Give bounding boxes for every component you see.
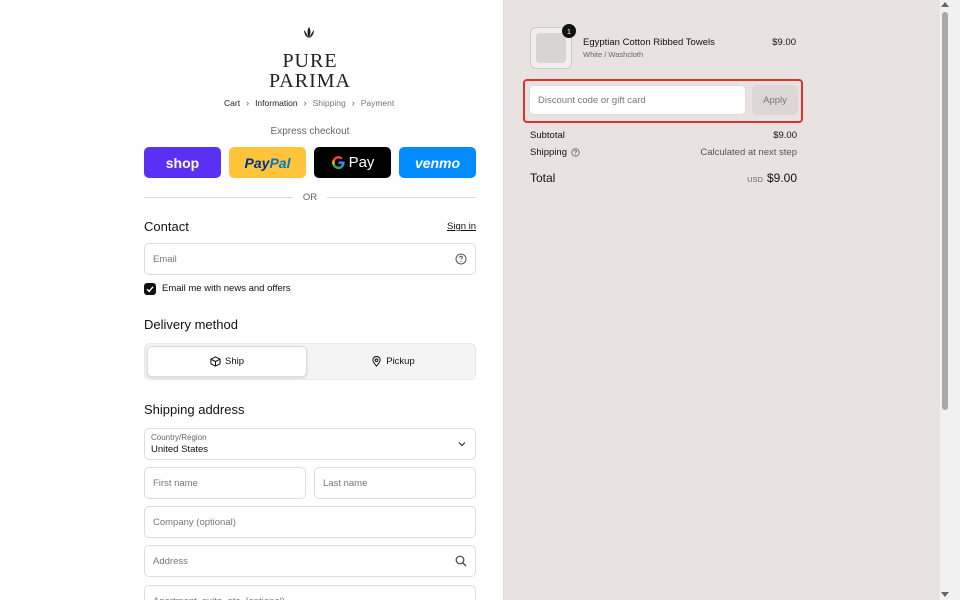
email-input[interactable] <box>145 244 475 274</box>
scrollbar-thumb[interactable] <box>942 12 948 410</box>
chevron-right-icon: › <box>351 98 355 108</box>
newsletter-checkbox[interactable] <box>144 283 156 295</box>
location-pin-icon <box>372 356 381 367</box>
total-value: $9.00 <box>766 171 797 185</box>
help-circle-icon[interactable] <box>571 148 580 157</box>
scroll-down-arrow-icon[interactable] <box>941 592 949 597</box>
breadcrumb-information: Information <box>255 98 298 108</box>
apartment-field[interactable] <box>144 585 476 600</box>
shipping-label: Shipping <box>530 147 567 158</box>
venmo-button[interactable]: venmo <box>399 147 476 178</box>
last-name-input[interactable] <box>315 468 475 498</box>
discount-code-field[interactable] <box>529 85 746 115</box>
address-input[interactable] <box>145 546 475 576</box>
help-circle-icon[interactable] <box>455 253 467 265</box>
discount-code-input[interactable] <box>530 86 745 114</box>
scroll-up-arrow-icon[interactable] <box>941 2 949 7</box>
subtotal-value: $9.00 <box>773 130 797 141</box>
country-select[interactable]: Country/Region United States <box>144 428 476 460</box>
apartment-input[interactable] <box>145 586 475 600</box>
chevron-down-icon <box>458 442 466 447</box>
currency-code: USD <box>747 175 763 184</box>
subtotal-row: Subtotal $9.00 <box>530 130 797 141</box>
paypal-button[interactable]: Pay Pal <box>229 147 306 178</box>
quantity-badge: 1 <box>562 24 576 38</box>
first-name-input[interactable] <box>145 468 305 498</box>
or-label: OR <box>302 192 318 203</box>
delivery-pickup-option[interactable]: Pickup <box>313 346 473 377</box>
sign-in-link[interactable]: Sign in <box>447 221 476 232</box>
brand-logo-line2: PARIMA <box>269 70 351 92</box>
express-checkout-title: Express checkout <box>270 126 350 137</box>
google-pay-button[interactable]: Pay <box>314 147 391 178</box>
search-icon <box>455 555 467 567</box>
towel-image <box>536 33 566 63</box>
paypal-label-b: Pal <box>269 154 291 171</box>
box-icon <box>210 356 221 367</box>
delivery-method-title: Delivery method <box>144 317 238 332</box>
company-field[interactable] <box>144 506 476 538</box>
breadcrumb-cart[interactable]: Cart <box>224 98 240 108</box>
shipping-label-group: Shipping <box>530 147 580 158</box>
shipping-address-title: Shipping address <box>144 402 245 417</box>
shop-pay-button[interactable]: shop <box>144 147 221 178</box>
delivery-method-toggle: Ship Pickup <box>144 343 476 380</box>
company-input[interactable] <box>145 507 475 537</box>
breadcrumb-payment: Payment <box>360 98 395 108</box>
email-field[interactable] <box>144 243 476 275</box>
total-amount: USD $9.00 <box>747 171 797 185</box>
divider-line <box>327 197 476 198</box>
first-name-field[interactable] <box>144 467 306 499</box>
country-label: Country/Region <box>151 433 207 442</box>
country-value: United States <box>151 444 209 455</box>
delivery-ship-option[interactable]: Ship <box>147 346 307 377</box>
or-divider: OR <box>144 192 476 203</box>
product-variant: White / Washcloth <box>583 50 644 59</box>
shipping-value: Calculated at next step <box>700 147 797 158</box>
apply-discount-button[interactable]: Apply <box>752 85 798 115</box>
checkout-form-panel: PURE PARIMA Cart › Information › Shippin… <box>0 0 503 600</box>
shop-pay-label: shop <box>165 154 200 171</box>
chevron-right-icon: › <box>303 98 307 108</box>
google-g-icon <box>331 155 345 170</box>
total-row: Total USD $9.00 <box>530 171 797 185</box>
product-price: $9.00 <box>772 37 796 48</box>
venmo-label: venmo <box>414 154 461 171</box>
checkmark-icon <box>146 286 154 293</box>
breadcrumb-shipping: Shipping <box>312 98 346 108</box>
product-name: Egyptian Cotton Ribbed Towels <box>583 37 715 48</box>
last-name-field[interactable] <box>314 467 476 499</box>
brand-leaf-icon <box>304 27 314 38</box>
contact-title: Contact <box>144 219 189 234</box>
shipping-row: Shipping Calculated at next step <box>530 147 797 158</box>
ship-label: Ship <box>224 356 244 367</box>
pickup-label: Pickup <box>386 356 415 367</box>
address-field[interactable] <box>144 545 476 577</box>
google-pay-label: Pay <box>348 154 375 171</box>
chevron-right-icon: › <box>246 98 250 108</box>
divider-line <box>144 197 293 198</box>
subtotal-label: Subtotal <box>530 130 565 141</box>
breadcrumb: Cart › Information › Shipping › Payment <box>224 98 394 108</box>
total-label: Total <box>530 171 556 185</box>
paypal-label-a: Pay <box>244 154 270 171</box>
newsletter-label: Email me with news and offers <box>162 283 291 294</box>
